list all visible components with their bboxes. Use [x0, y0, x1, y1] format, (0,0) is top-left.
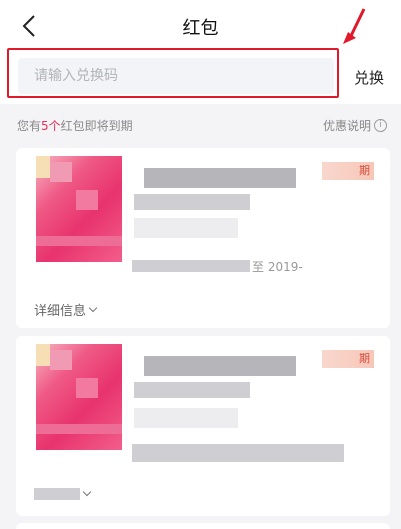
- policy-label: 优惠说明: [323, 119, 372, 133]
- card-expiry-blur: [132, 260, 250, 272]
- annotation-highlight-frame: [7, 48, 339, 98]
- card-desc-blur: [134, 218, 238, 238]
- chevron-down-icon: [82, 487, 92, 497]
- red-packet-card[interactable]: [16, 523, 390, 529]
- red-packet-image: [36, 156, 122, 262]
- info-icon: i: [374, 119, 388, 132]
- card-expiry-blur: [132, 444, 344, 462]
- red-packet-image: [36, 344, 122, 450]
- card-subtitle-blur: [134, 194, 250, 210]
- card-title-blur: [144, 356, 296, 376]
- expiring-count: 5个: [41, 119, 61, 133]
- expiring-tag: 期: [322, 162, 374, 180]
- notice-suffix: 红包即将到期: [60, 119, 133, 133]
- expiry-date: 至 2019-: [252, 260, 303, 274]
- details-toggle[interactable]: 详细信息: [34, 300, 98, 319]
- expiring-notice: 您有5个红包即将到期: [17, 117, 133, 134]
- chevron-down-icon: [88, 303, 98, 312]
- details-label-blur: [34, 488, 80, 500]
- details-label: 详细信息: [34, 304, 87, 319]
- red-packet-card[interactable]: 期: [16, 336, 390, 516]
- red-packet-card[interactable]: 期 至 2019- 详细信息: [16, 148, 390, 328]
- card-desc-blur: [134, 408, 238, 428]
- details-toggle[interactable]: [34, 487, 92, 500]
- policy-link[interactable]: 优惠说明 i: [323, 117, 388, 134]
- notice-prefix: 您有: [17, 119, 42, 133]
- redeem-button[interactable]: 兑换: [354, 66, 396, 88]
- annotation-arrow-icon: [343, 8, 366, 44]
- expiring-tag: 期: [322, 350, 374, 368]
- card-subtitle-blur: [134, 382, 250, 398]
- card-title-blur: [144, 168, 296, 188]
